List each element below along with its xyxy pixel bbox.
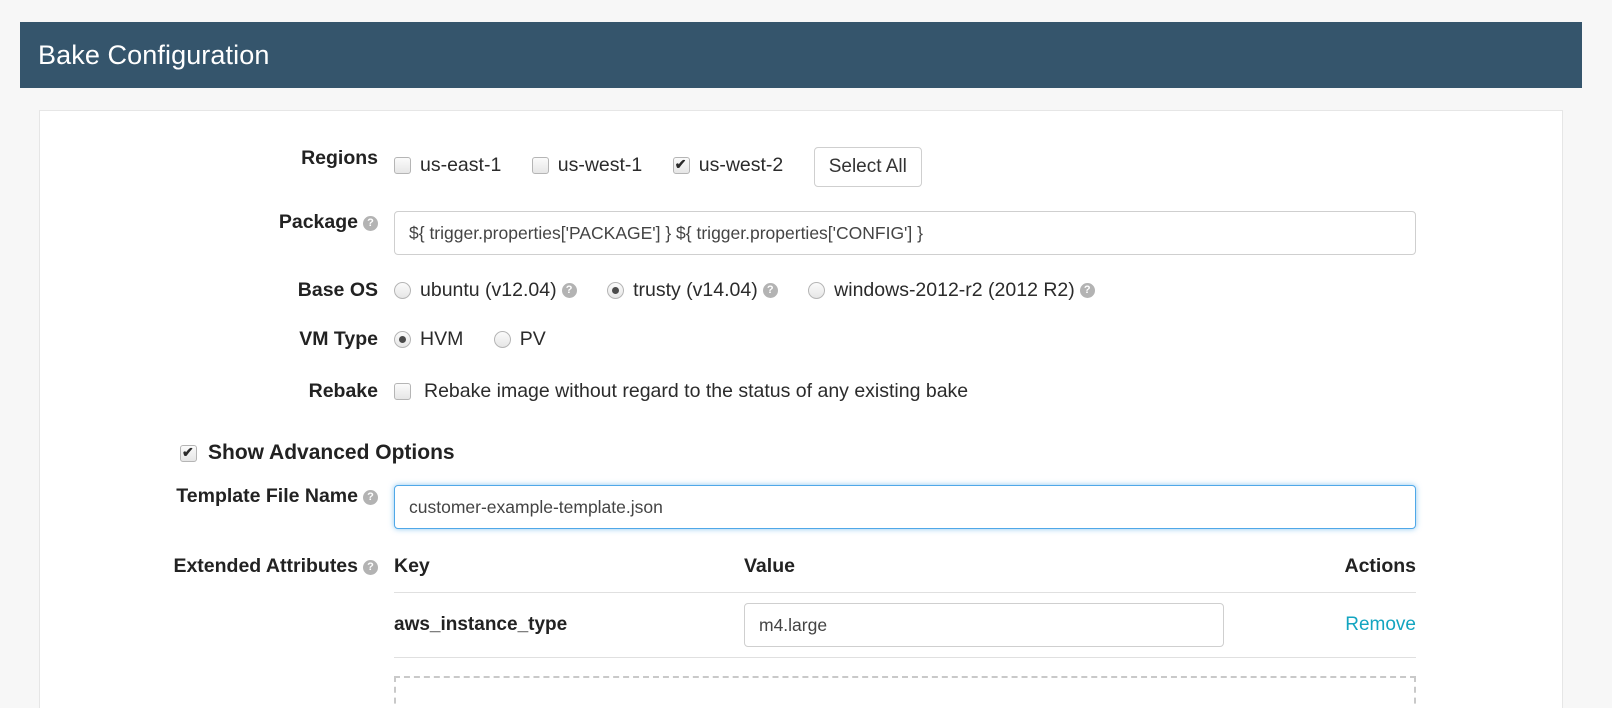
- show-advanced-options-label: Show Advanced Options: [208, 441, 455, 464]
- base-os-radio-windows-2012-r2[interactable]: windows-2012-r2 (2012 R2) ?: [808, 279, 1095, 302]
- form-row-package: Package? ${ trigger.properties['PACKAGE'…: [40, 211, 1562, 255]
- regions-label: Regions: [301, 147, 378, 169]
- column-header-value: Value: [744, 555, 1244, 593]
- help-icon[interactable]: ?: [762, 283, 778, 298]
- rebake-checkbox[interactable]: Rebake image without regard to the statu…: [394, 380, 968, 403]
- vm-type-option-label: HVM: [420, 328, 464, 350]
- regions-field: us-east-1 us-west-1 us-west-2 Select All: [394, 147, 1562, 187]
- region-checkbox-us-east-1[interactable]: us-east-1: [394, 154, 501, 177]
- base-os-field: ubuntu (v12.04) ? trusty (v14.04) ? wind…: [394, 279, 1562, 304]
- template-file-name-field: customer-example-template.json: [394, 485, 1562, 529]
- form-row-template-file-name: Template File Name? customer-example-tem…: [40, 485, 1562, 529]
- vm-type-option-label: PV: [519, 328, 546, 350]
- region-label: us-east-1: [420, 154, 502, 176]
- help-icon[interactable]: ?: [363, 216, 378, 231]
- form-row-extended-attributes: Extended Attributes? Key Value Actions a…: [40, 555, 1562, 708]
- checkbox-icon[interactable]: [394, 383, 411, 400]
- region-checkbox-us-west-1[interactable]: us-west-1: [531, 154, 643, 177]
- base-os-option-label: ubuntu (v12.04): [420, 279, 557, 301]
- form-row-base-os: Base OS ubuntu (v12.04) ? trusty (v14.04…: [40, 279, 1562, 304]
- help-icon[interactable]: ?: [363, 560, 378, 575]
- help-icon[interactable]: ?: [363, 490, 378, 505]
- package-label: Package?: [40, 211, 394, 234]
- vm-type-field: HVM PV: [394, 328, 1562, 353]
- select-all-button[interactable]: Select All: [813, 147, 922, 187]
- help-icon[interactable]: ?: [561, 283, 577, 298]
- attribute-value-input[interactable]: m4.large: [744, 603, 1224, 647]
- base-os-option-label: windows-2012-r2 (2012 R2): [834, 279, 1075, 301]
- radio-selected-icon[interactable]: [607, 282, 625, 299]
- attribute-value-cell: m4.large: [744, 592, 1244, 658]
- rebake-field: Rebake image without regard to the statu…: [394, 380, 1562, 405]
- vm-type-radio-pv[interactable]: PV: [493, 328, 546, 351]
- radio-selected-icon[interactable]: [394, 331, 411, 348]
- package-input[interactable]: ${ trigger.properties['PACKAGE'] } ${ tr…: [394, 211, 1416, 255]
- rebake-checkbox-label: Rebake image without regard to the statu…: [424, 380, 969, 402]
- extended-attributes-table: Key Value Actions aws_instance_type m4.l…: [394, 555, 1416, 658]
- checkbox-icon[interactable]: [394, 157, 411, 174]
- extended-attributes-label: Extended Attributes?: [40, 555, 394, 578]
- base-os-radio-ubuntu[interactable]: ubuntu (v12.04) ?: [394, 279, 577, 302]
- form-row-vm-type: VM Type HVM PV: [40, 328, 1562, 353]
- region-checkbox-us-west-2[interactable]: us-west-2: [672, 154, 784, 177]
- checkbox-checked-icon[interactable]: [180, 444, 197, 462]
- add-attribute-dropzone[interactable]: [394, 676, 1416, 708]
- checkbox-icon[interactable]: [531, 157, 549, 174]
- column-header-key: Key: [394, 555, 744, 593]
- form-row-regions: Regions us-east-1 us-west-1 us-west-2 Se…: [40, 147, 1562, 187]
- radio-icon[interactable]: [808, 282, 826, 299]
- column-header-actions: Actions: [1244, 555, 1416, 593]
- attribute-actions-cell: Remove: [1244, 592, 1416, 658]
- vm-type-radio-hvm[interactable]: HVM: [394, 328, 463, 351]
- vm-type-label: VM Type: [299, 328, 378, 350]
- radio-icon[interactable]: [394, 282, 411, 299]
- attribute-key: aws_instance_type: [394, 592, 744, 658]
- remove-attribute-link[interactable]: Remove: [1345, 614, 1416, 635]
- table-row: aws_instance_type m4.large Remove: [394, 592, 1416, 658]
- template-file-name-label: Template File Name?: [40, 485, 394, 508]
- base-os-label: Base OS: [297, 279, 378, 301]
- help-icon[interactable]: ?: [1079, 283, 1095, 298]
- show-advanced-options-row[interactable]: Show Advanced Options: [40, 441, 1562, 465]
- rebake-label: Rebake: [308, 380, 378, 402]
- page-title: Bake Configuration: [38, 39, 270, 70]
- region-label: us-west-2: [698, 154, 784, 176]
- panel-header: Bake Configuration: [20, 22, 1582, 88]
- base-os-radio-trusty[interactable]: trusty (v14.04) ?: [607, 279, 778, 302]
- base-os-option-label: trusty (v14.04): [633, 279, 758, 301]
- template-file-name-input[interactable]: customer-example-template.json: [394, 485, 1416, 529]
- checkbox-checked-icon[interactable]: [672, 156, 690, 174]
- form-row-rebake: Rebake Rebake image without regard to th…: [40, 380, 1562, 405]
- table-header-row: Key Value Actions: [394, 555, 1416, 593]
- radio-icon[interactable]: [493, 331, 511, 348]
- region-label: us-west-1: [557, 154, 643, 176]
- extended-attributes-field: Key Value Actions aws_instance_type m4.l…: [394, 555, 1562, 708]
- package-field: ${ trigger.properties['PACKAGE'] } ${ tr…: [394, 211, 1562, 255]
- bake-configuration-panel: Regions us-east-1 us-west-1 us-west-2 Se…: [39, 110, 1563, 708]
